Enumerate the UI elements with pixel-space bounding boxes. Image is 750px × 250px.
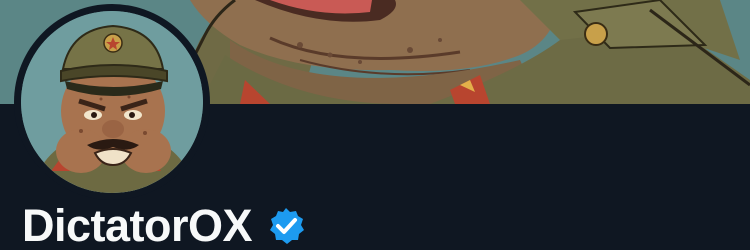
profile-name-row: DictatorOX [22,196,306,250]
display-name: DictatorOX [22,200,253,250]
avatar[interactable] [21,11,203,193]
profile-page: DictatorOX [0,0,750,250]
verified-badge-icon[interactable] [266,206,306,246]
